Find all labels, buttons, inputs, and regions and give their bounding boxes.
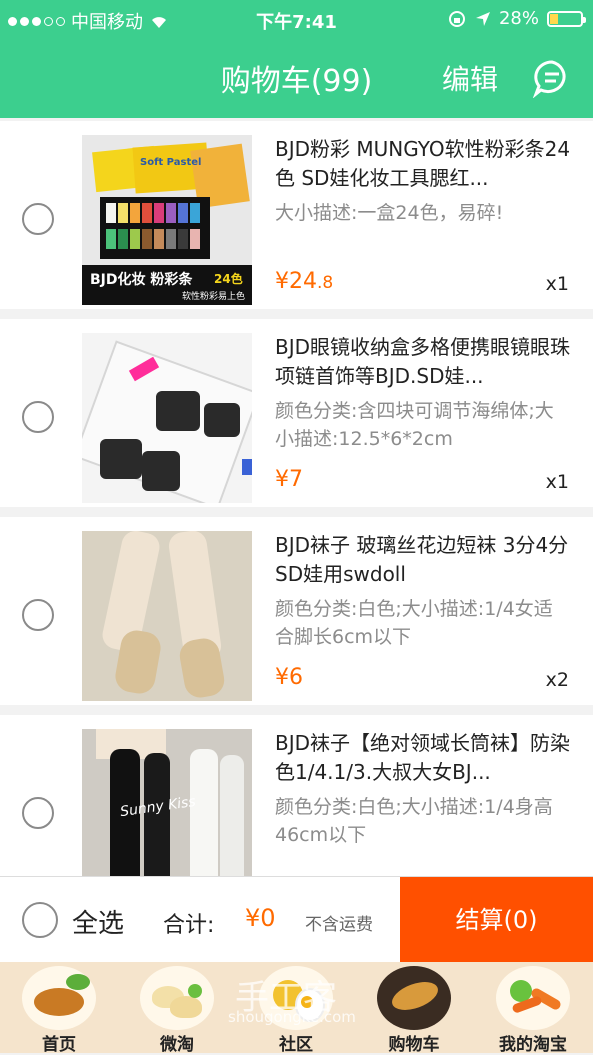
product-quantity: x1 (545, 471, 569, 493)
tab-label: 社区 (279, 1035, 313, 1055)
product-title[interactable]: BJD袜子【绝对领域长筒袜】防染色1/4.1/3.大叔大女BJ... (275, 729, 575, 787)
product-title[interactable]: BJD袜子 玻璃丝花边短袜 3分4分SD娃用swdoll (275, 531, 575, 589)
message-icon[interactable] (532, 58, 572, 98)
item-checkbox[interactable] (22, 401, 54, 433)
tab-label: 我的淘宝 (499, 1035, 567, 1055)
product-price: ¥6 (275, 665, 303, 690)
product-image-storage-box[interactable] (82, 333, 252, 503)
product-image-stockings[interactable]: Sunny Kiss (82, 729, 252, 899)
cart-item[interactable]: BJD眼镜收纳盒多格便携眼镜眼珠项链首饰等BJD.SD娃... 颜色分类:含四块… (0, 319, 593, 507)
checkout-bar: 全选 合计: ¥0 不含运费 结算(0) (0, 876, 593, 963)
cart-item[interactable]: Sunny Kiss BJD袜子【绝对领域长筒袜】防染色1/4.1/3.大叔大女… (0, 715, 593, 903)
product-spec: 颜色分类:白色;大小描述:1/4女适合脚长6cm以下 (275, 598, 553, 648)
product-price: ¥7 (275, 467, 303, 492)
product-price: ¥24.8 (275, 269, 334, 294)
product-image-lace-socks[interactable] (82, 531, 252, 701)
product-quantity: x2 (545, 669, 569, 691)
product-quantity: x1 (545, 273, 569, 295)
shipping-note: 不含运费 (305, 915, 373, 935)
tab-cart[interactable]: 购物车 (355, 962, 473, 1055)
watermark-url: shougongke.com (228, 1008, 356, 1026)
battery-percent: 28% (498, 8, 539, 29)
roast-chicken-icon (22, 966, 96, 1030)
total-label: 合计: (163, 913, 215, 938)
page-title: 购物车(99) (220, 64, 373, 99)
fish-icon (377, 966, 451, 1030)
product-spec: 颜色分类:白色;大小描述:1/4身高46cm以下 (275, 796, 553, 846)
rotation-lock-icon (448, 10, 465, 27)
select-all-checkbox[interactable] (22, 902, 58, 938)
select-all-label[interactable]: 全选 (72, 903, 124, 940)
item-checkbox[interactable] (22, 599, 54, 631)
status-bar: 中国移动 下午7:41 28% (0, 0, 593, 38)
product-spec: 颜色分类:含四块可调节海绵体;大小描述:12.5*6*2cm (275, 400, 554, 450)
edit-button[interactable]: 编辑 (442, 58, 498, 98)
vegetables-icon (496, 966, 570, 1030)
checkout-button[interactable]: 结算(0) (400, 877, 593, 963)
tab-label: 首页 (42, 1035, 76, 1055)
item-checkbox[interactable] (22, 203, 54, 235)
nav-bar: 购物车(99) 编辑 (0, 38, 593, 118)
item-checkbox[interactable] (22, 797, 54, 829)
tab-home[interactable]: 首页 (0, 962, 118, 1055)
location-icon (475, 11, 490, 26)
tab-label: 微淘 (160, 1035, 194, 1055)
tab-my-taobao[interactable]: 我的淘宝 (474, 962, 592, 1055)
cart-item[interactable]: Soft Pastel BJD化妆 粉彩条 24色 软性粉彩易上色 BJD粉彩 … (0, 121, 593, 309)
tab-label: 购物车 (388, 1035, 440, 1055)
product-title[interactable]: BJD粉彩 MUNGYO软性粉彩条24色 SD娃化妆工具腮红... (275, 135, 575, 193)
product-spec: 大小描述:一盒24色，易碎! (275, 202, 504, 224)
tab-weitao[interactable]: 微淘 (118, 962, 236, 1055)
product-title[interactable]: BJD眼镜收纳盒多格便携眼镜眼珠项链首饰等BJD.SD娃... (275, 333, 575, 391)
cart-item[interactable]: BJD袜子 玻璃丝花边短袜 3分4分SD娃用swdoll 颜色分类:白色;大小描… (0, 517, 593, 705)
battery-icon (547, 10, 586, 27)
product-image-pastels[interactable]: Soft Pastel BJD化妆 粉彩条 24色 软性粉彩易上色 (82, 135, 252, 305)
dumplings-icon (140, 966, 214, 1030)
total-amount: ¥0 (245, 904, 276, 932)
